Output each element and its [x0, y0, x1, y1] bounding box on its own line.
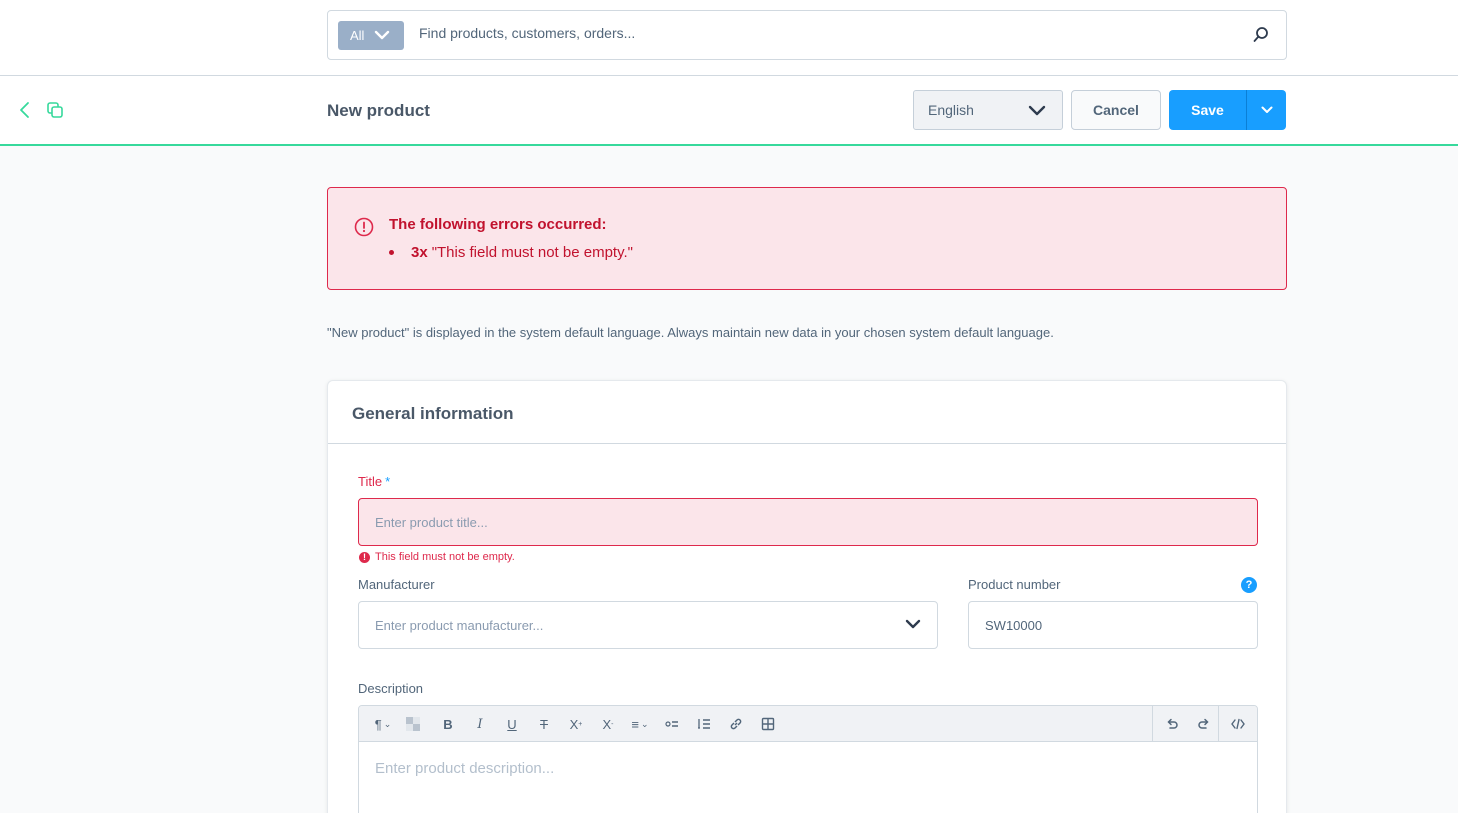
description-label: Description: [358, 681, 424, 696]
editor-toolbar: ¶ ⌄ B I U T X + X- ≡ ⌄: [359, 706, 1257, 742]
error-alert: The following errors occurred: 3x "This …: [327, 187, 1287, 290]
description-placeholder: Enter product description...: [375, 760, 555, 777]
card-title: General information: [352, 404, 514, 423]
toolbar-divider: [1218, 706, 1219, 742]
underline-icon[interactable]: U: [503, 715, 521, 733]
language-info-text: "New product" is displayed in the system…: [327, 325, 1054, 340]
alert-list-item: 3x "This field must not be empty.": [389, 244, 633, 261]
italic-icon[interactable]: I: [471, 715, 489, 733]
required-mark: *: [385, 474, 391, 489]
ordered-list-icon[interactable]: [695, 715, 713, 733]
link-icon[interactable]: [727, 715, 745, 733]
page-title: New product: [327, 101, 430, 120]
language-switch[interactable]: English: [913, 90, 1063, 130]
card-header: General information: [328, 381, 1286, 444]
description-editor[interactable]: ¶ ⌄ B I U T X + X- ≡ ⌄ Enter product des…: [358, 705, 1258, 813]
cancel-button[interactable]: Cancel: [1071, 90, 1161, 130]
title-error-text: This field must not be empty.: [375, 551, 515, 563]
save-options-button[interactable]: [1247, 90, 1286, 130]
undo-icon[interactable]: [1163, 715, 1181, 733]
language-switch-value: English: [928, 102, 974, 118]
general-information-card: General information Title * Enter product…: [327, 380, 1287, 813]
product-number-input[interactable]: SW10000: [968, 601, 1258, 649]
table-icon[interactable]: [759, 715, 777, 733]
toolbar-divider: [1152, 706, 1153, 742]
bold-icon[interactable]: B: [439, 715, 457, 733]
superscript-icon[interactable]: X +: [567, 715, 585, 733]
back-icon[interactable]: [18, 101, 32, 119]
alert-title: The following errors occurred:: [389, 216, 607, 233]
error-message: "This field must not be empty.": [431, 244, 633, 261]
strikethrough-icon[interactable]: T: [535, 715, 553, 733]
title-label: Title *: [358, 474, 390, 489]
duplicate-window-icon[interactable]: [46, 101, 64, 119]
redo-icon[interactable]: [1195, 715, 1213, 733]
search-type-dropdown[interactable]: All: [338, 21, 404, 50]
text-color-icon[interactable]: [404, 715, 422, 733]
manufacturer-select[interactable]: Enter product manufacturer...: [358, 601, 938, 649]
product-number-label: Product number: [968, 577, 1061, 592]
chevron-down-icon: [905, 619, 921, 629]
manufacturer-placeholder: Enter product manufacturer...: [375, 617, 544, 633]
search-icon[interactable]: [1252, 26, 1270, 44]
top-bar: All Find products, customers, orders...: [0, 0, 1458, 76]
manufacturer-label: Manufacturer: [358, 577, 435, 592]
error-count: 3x: [411, 244, 428, 261]
subscript-icon[interactable]: X-: [599, 715, 617, 733]
chevron-down-icon: [1028, 105, 1046, 116]
bullet: [389, 250, 394, 255]
search-input[interactable]: Find products, customers, orders...: [419, 25, 635, 41]
paragraph-format-icon[interactable]: ¶ ⌄: [369, 715, 397, 733]
global-search[interactable]: All Find products, customers, orders...: [327, 10, 1287, 60]
code-view-icon[interactable]: [1229, 715, 1247, 733]
title-label-text: Title: [358, 474, 383, 489]
save-button[interactable]: Save: [1169, 90, 1247, 130]
error-icon: !: [359, 551, 370, 563]
unordered-list-icon[interactable]: [663, 715, 681, 733]
help-icon[interactable]: ?: [1241, 577, 1257, 593]
alert-circle-icon: [354, 217, 374, 237]
text-align-icon[interactable]: ≡ ⌄: [627, 715, 653, 733]
search-type-label: All: [350, 28, 365, 43]
title-error: ! This field must not be empty.: [359, 551, 515, 563]
chevron-down-icon: [1261, 106, 1272, 113]
smart-bar: New product English Cancel Save: [0, 76, 1458, 146]
title-input[interactable]: Enter product title...: [358, 498, 1258, 546]
chevron-down-icon: [374, 30, 390, 40]
